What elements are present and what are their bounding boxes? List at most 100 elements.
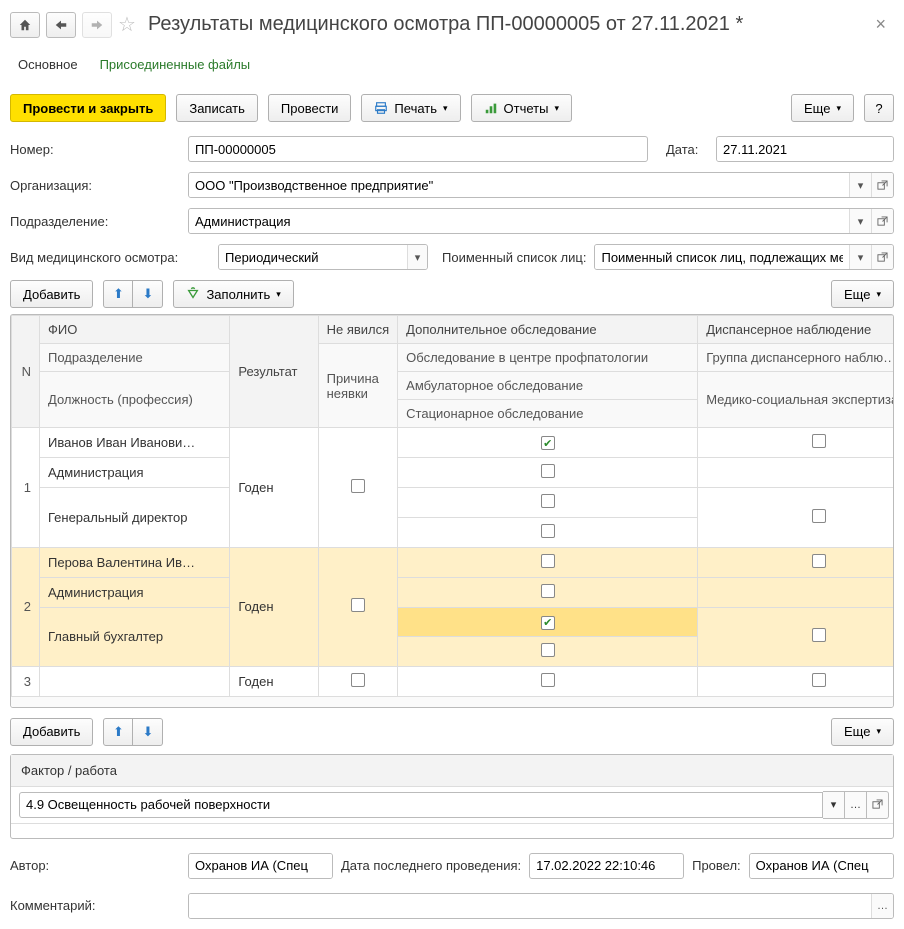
ellipsis-icon[interactable]: … <box>845 791 867 819</box>
cell-extra[interactable] <box>398 428 698 458</box>
checkbox[interactable] <box>541 494 555 508</box>
cell-fio[interactable] <box>40 666 230 696</box>
open-icon[interactable] <box>867 791 889 819</box>
checkbox[interactable] <box>812 628 826 642</box>
last-run-field[interactable] <box>529 853 684 879</box>
date-field[interactable] <box>717 137 894 161</box>
cell-extra[interactable] <box>398 548 698 578</box>
cell-disp-group[interactable] <box>698 458 893 488</box>
checkbox[interactable] <box>812 554 826 568</box>
more-button[interactable]: Еще ▾ <box>791 94 854 122</box>
chevron-down-icon[interactable]: ▾ <box>849 173 871 197</box>
table-more-button[interactable]: Еще ▾ <box>831 280 894 308</box>
help-button[interactable]: ? <box>864 94 894 122</box>
cell-result[interactable]: Годен <box>230 548 318 667</box>
col-disp[interactable]: Диспансерное наблюдение <box>698 316 893 344</box>
open-icon[interactable] <box>871 209 893 233</box>
back-button[interactable] <box>46 12 76 38</box>
cell-disp-mse[interactable] <box>698 608 893 667</box>
cell-result[interactable]: Годен <box>230 428 318 548</box>
department-field[interactable] <box>189 209 849 233</box>
cell-fio[interactable]: Перова Валентина Ив… <box>40 548 230 578</box>
cell-extra[interactable] <box>398 666 698 696</box>
factor-move-up-button[interactable]: ⬆ <box>103 718 133 746</box>
checkbox[interactable] <box>351 479 365 493</box>
cell-disp-mse[interactable] <box>698 488 893 548</box>
cell-dept[interactable]: Администрация <box>40 458 230 488</box>
fill-button[interactable]: Заполнить ▾ <box>173 280 293 308</box>
cell-result[interactable]: Годен <box>230 666 318 696</box>
checkbox[interactable] <box>812 509 826 523</box>
tab-main[interactable]: Основное <box>14 51 82 80</box>
col-extra-center[interactable]: Обследование в центре профпатологии <box>398 344 698 372</box>
checkbox[interactable] <box>541 464 555 478</box>
cell-extra-amb[interactable] <box>398 608 698 637</box>
col-n[interactable]: N <box>12 316 40 428</box>
add-row-button[interactable]: Добавить <box>10 280 93 308</box>
cell-fio[interactable]: Иванов Иван Иванови… <box>40 428 230 458</box>
row-number[interactable]: 1 <box>12 428 40 548</box>
comment-field[interactable] <box>189 894 871 918</box>
chevron-down-icon[interactable]: ▾ <box>849 209 871 233</box>
chevron-down-icon[interactable]: ▾ <box>407 245 427 269</box>
chevron-down-icon[interactable]: ▾ <box>823 791 845 819</box>
write-button[interactable]: Записать <box>176 94 258 122</box>
col-noshow[interactable]: Не явился <box>318 316 398 344</box>
col-fio[interactable]: ФИО <box>40 316 230 344</box>
cell-extra-center[interactable] <box>398 458 698 488</box>
cell-extra-stat[interactable] <box>398 636 698 666</box>
cell-noshow[interactable] <box>318 548 398 667</box>
close-button[interactable]: × <box>867 10 894 39</box>
organization-field[interactable] <box>189 173 849 197</box>
col-noshow-reason[interactable]: Причина неявки <box>318 344 398 428</box>
col-extra-amb[interactable]: Амбулаторное обследование <box>398 372 698 400</box>
factor-add-button[interactable]: Добавить <box>10 718 93 746</box>
favorite-star-icon[interactable]: ☆ <box>118 12 136 37</box>
cell-position[interactable]: Генеральный директор <box>40 488 230 548</box>
print-button[interactable]: Печать ▾ <box>361 94 460 122</box>
factor-more-button[interactable]: Еще ▾ <box>831 718 894 746</box>
cell-disp[interactable] <box>698 666 893 696</box>
cell-extra-center[interactable] <box>398 578 698 608</box>
row-number[interactable]: 2 <box>12 548 40 667</box>
move-up-button[interactable]: ⬆ <box>103 280 133 308</box>
author-field[interactable] <box>189 854 333 878</box>
cell-dept[interactable]: Администрация <box>40 578 230 608</box>
persons-table[interactable]: N ФИО Результат Не явился Дополнительное… <box>11 315 893 697</box>
col-extra-stat[interactable]: Стационарное обследование <box>398 400 698 428</box>
home-button[interactable] <box>10 12 40 38</box>
checkbox[interactable] <box>541 616 555 630</box>
col-extra[interactable]: Дополнительное обследование <box>398 316 698 344</box>
factor-move-down-button[interactable]: ⬇ <box>133 718 163 746</box>
checkbox[interactable] <box>541 673 555 687</box>
checkbox[interactable] <box>541 436 555 450</box>
cell-noshow[interactable] <box>318 666 398 696</box>
cell-extra-stat[interactable] <box>398 518 698 548</box>
open-icon[interactable] <box>871 245 893 269</box>
col-dept[interactable]: Подразделение <box>40 344 230 372</box>
cell-position[interactable]: Главный бухгалтер <box>40 608 230 667</box>
checkbox[interactable] <box>541 643 555 657</box>
cell-disp[interactable] <box>698 548 893 578</box>
post-and-close-button[interactable]: Провести и закрыть <box>10 94 166 122</box>
post-button[interactable]: Провести <box>268 94 352 122</box>
checkbox[interactable] <box>351 598 365 612</box>
tab-attached-files[interactable]: Присоединенные файлы <box>100 51 251 80</box>
checkbox[interactable] <box>541 584 555 598</box>
row-number[interactable]: 3 <box>12 666 40 696</box>
factor-column-header[interactable]: Фактор / работа <box>11 755 893 787</box>
chevron-down-icon[interactable]: ▾ <box>849 245 871 269</box>
checkbox[interactable] <box>541 554 555 568</box>
move-down-button[interactable]: ⬇ <box>133 280 163 308</box>
col-disp-group[interactable]: Группа диспансерного наблю… <box>698 344 893 372</box>
cell-disp[interactable] <box>698 428 893 458</box>
cell-disp-group[interactable] <box>698 578 893 608</box>
factor-table[interactable]: Фактор / работа ▾ … <box>10 754 894 839</box>
performed-by-field[interactable] <box>750 854 894 878</box>
open-icon[interactable] <box>871 173 893 197</box>
checkbox[interactable] <box>541 524 555 538</box>
reports-button[interactable]: Отчеты ▾ <box>471 94 572 122</box>
number-field[interactable] <box>188 136 648 162</box>
cell-extra-amb[interactable] <box>398 488 698 518</box>
exam-type-field[interactable] <box>219 245 407 269</box>
